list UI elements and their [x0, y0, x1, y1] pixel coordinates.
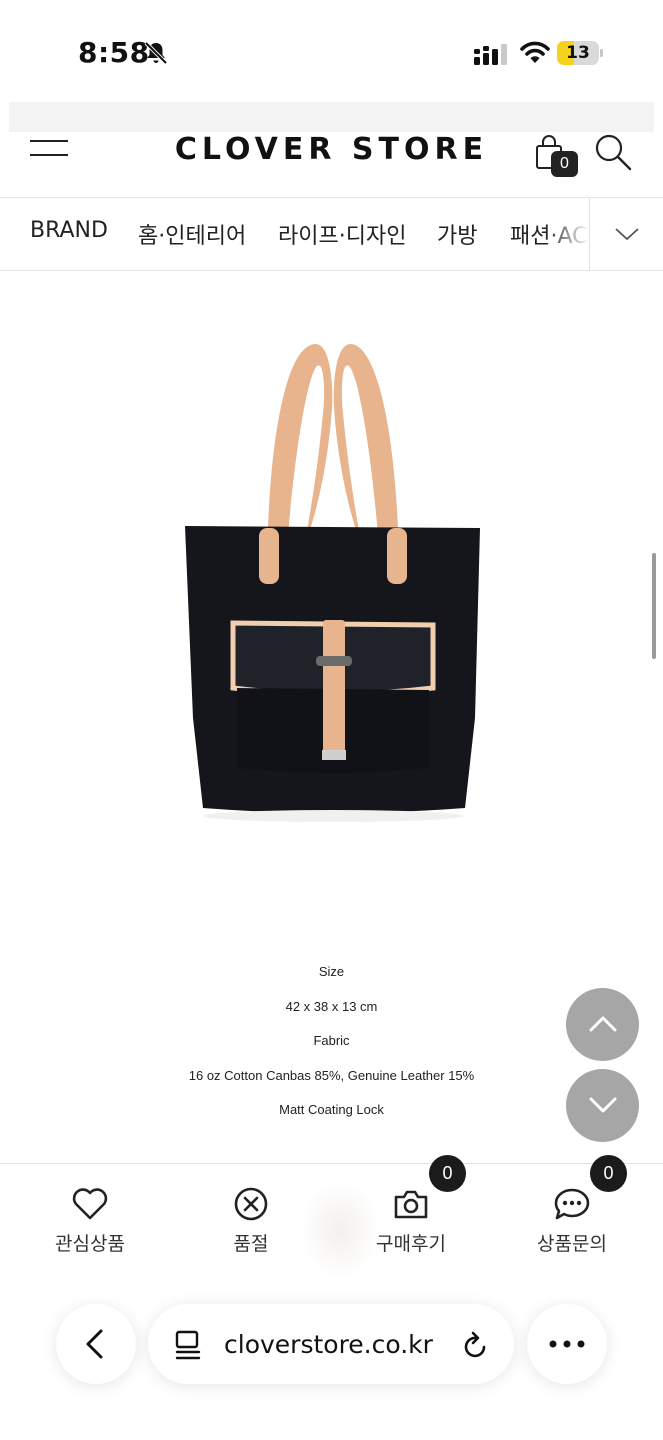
- page-scrollbar[interactable]: [652, 553, 656, 659]
- browser-url-text[interactable]: cloverstore.co.kr: [224, 1330, 433, 1359]
- bag-buckle: [316, 656, 352, 666]
- product-image[interactable]: [175, 338, 490, 833]
- battery-level: 13: [566, 43, 590, 63]
- browser-more-button[interactable]: [527, 1304, 607, 1384]
- cart-count-badge: 0: [551, 151, 578, 177]
- chevron-down-icon: [589, 1097, 617, 1113]
- reviews-button[interactable]: 구매후기: [346, 1187, 476, 1256]
- spec-line: Fabric: [313, 1033, 350, 1048]
- header-shadow-band: [9, 102, 654, 132]
- bag-strap: [323, 620, 345, 760]
- menu-line-bottom: [30, 154, 68, 156]
- reviews-label: 구매후기: [376, 1233, 446, 1255]
- category-item-bags[interactable]: 가방: [437, 218, 477, 250]
- back-icon: [86, 1329, 103, 1359]
- store-logo-tagline: [270, 164, 393, 174]
- heart-icon: [72, 1188, 108, 1220]
- spec-line: 42 x 38 x 13 cm: [285, 999, 378, 1014]
- battery-cap: [600, 49, 603, 57]
- category-nav-divider: [0, 270, 663, 271]
- hamburger-menu-icon[interactable]: [30, 138, 70, 160]
- scroll-down-button[interactable]: [566, 1069, 639, 1142]
- scroll-up-button[interactable]: [566, 988, 639, 1061]
- bag-tab-right-outer: [387, 528, 407, 584]
- spec-line: Matt Coating Lock: [279, 1102, 384, 1117]
- battery-icon: 13: [557, 41, 603, 65]
- spec-line: Size: [318, 964, 345, 979]
- browser-back-button[interactable]: [56, 1304, 136, 1384]
- category-item-home-interior[interactable]: 홈·인테리어: [138, 218, 246, 250]
- chat-bubble-icon: [554, 1188, 590, 1220]
- circle-x-icon: [234, 1187, 268, 1221]
- sold-out-label: 품절: [233, 1233, 269, 1255]
- reload-icon[interactable]: [462, 1330, 490, 1360]
- camera-icon: [394, 1190, 428, 1219]
- category-nav-fade: [545, 198, 589, 270]
- wishlist-label: 관심상품: [55, 1233, 125, 1255]
- chevron-down-icon: [615, 228, 639, 241]
- category-nav: BRAND 홈·인테리어 라이프·디자인 가방 패션·AC: [0, 198, 663, 270]
- inquiry-label: 상품문의: [537, 1233, 607, 1255]
- inquiry-button[interactable]: 상품문의: [507, 1187, 637, 1256]
- reviews-count-badge: 0: [429, 1155, 466, 1192]
- bell-slash-icon: [144, 41, 168, 65]
- category-item-life-design[interactable]: 라이프·디자인: [278, 218, 406, 250]
- tab-overview-icon: [175, 1330, 201, 1360]
- wifi-icon: [520, 41, 550, 63]
- browser-url-bar[interactable]: cloverstore.co.kr: [148, 1304, 514, 1384]
- category-item-brand[interactable]: BRAND: [30, 218, 108, 243]
- status-bar: 8:58 13: [0, 0, 663, 100]
- category-expand-button[interactable]: [589, 198, 663, 270]
- wishlist-button[interactable]: 관심상품: [25, 1187, 155, 1256]
- status-time: 8:58: [78, 36, 150, 69]
- cellular-signal-icon: [474, 44, 507, 65]
- more-icon: [549, 1340, 585, 1348]
- inquiry-count-badge: 0: [590, 1155, 627, 1192]
- menu-line-top: [30, 140, 68, 142]
- bag-strap-tip: [322, 750, 346, 760]
- search-icon[interactable]: [593, 132, 633, 172]
- chevron-up-icon: [589, 1016, 617, 1032]
- spec-line: 16 oz Cotton Canbas 85%, Genuine Leather…: [188, 1068, 475, 1083]
- bag-tab-left-outer: [259, 528, 279, 584]
- sold-out-button[interactable]: 품절: [186, 1187, 316, 1256]
- store-logo[interactable]: CLOVER STORE: [170, 132, 493, 167]
